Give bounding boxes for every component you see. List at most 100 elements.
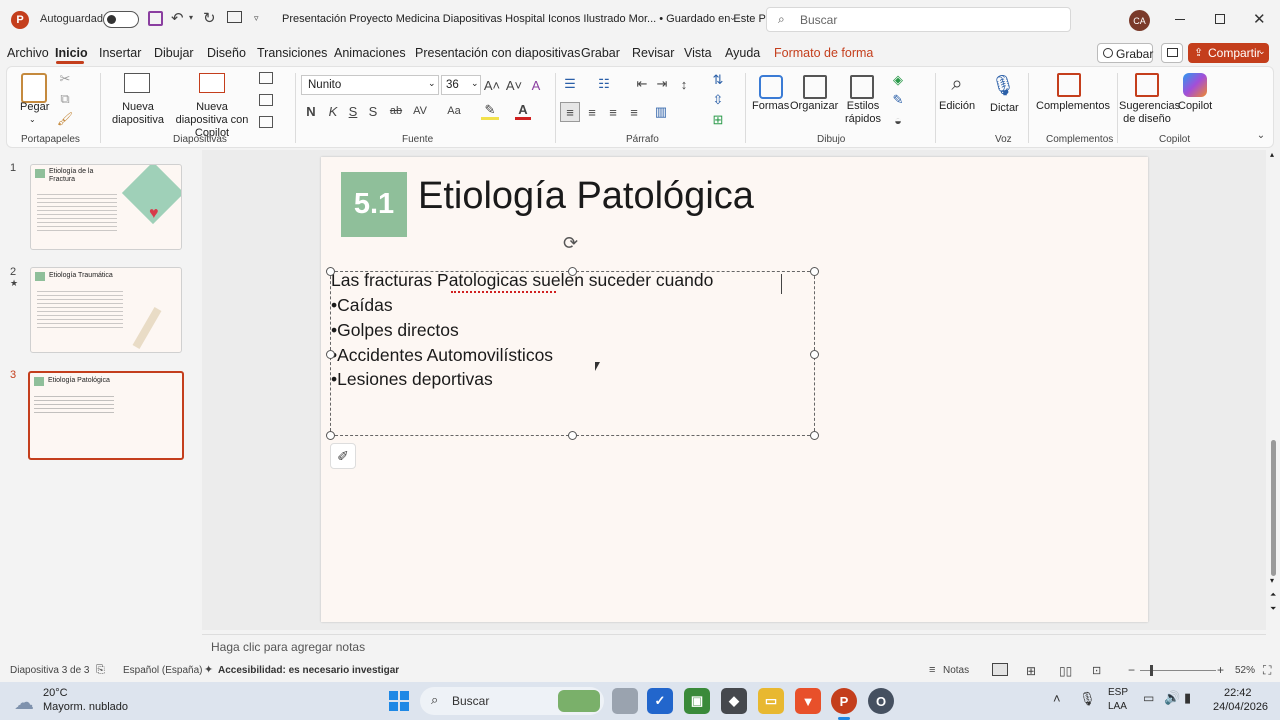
- shapes-label[interactable]: Formas: [752, 100, 789, 113]
- minecraft-app-icon[interactable]: ▣: [684, 688, 710, 714]
- vertical-scrollbar[interactable]: ▴ ▾ ⏶ ⏷: [1270, 150, 1278, 630]
- menu-vista[interactable]: Vista: [684, 46, 712, 60]
- volume-icon[interactable]: 🔊: [1164, 690, 1180, 706]
- font-size-select[interactable]: 36 ⌄: [441, 75, 481, 95]
- shadow-button[interactable]: S: [365, 102, 381, 120]
- unity-app-icon[interactable]: ◆: [721, 688, 747, 714]
- justify-icon[interactable]: ≡: [624, 102, 644, 122]
- language-status[interactable]: Español (España): [123, 665, 203, 676]
- slideshow-icon[interactable]: ⊡: [1092, 664, 1101, 677]
- notes-toggle[interactable]: Notas: [943, 665, 969, 676]
- slide-thumbnail-2[interactable]: Etiología Traumática: [30, 267, 182, 353]
- battery-icon[interactable]: ▮: [1184, 690, 1191, 706]
- slide-canvas[interactable]: 5.1 Etiología Patológica ⟳ Las fracturas…: [321, 157, 1148, 622]
- section-icon[interactable]: [259, 116, 273, 128]
- slide-thumbnail-1[interactable]: Etiología de la Fractura ♥: [30, 164, 182, 250]
- text-box-selection[interactable]: Las fracturas Patologicas suelen suceder…: [326, 267, 819, 440]
- menu-archivo[interactable]: Archivo: [7, 46, 49, 60]
- addins-label[interactable]: Complementos: [1036, 100, 1110, 113]
- resize-handle-bm[interactable]: [568, 431, 577, 440]
- notes-icon[interactable]: ≡: [929, 664, 935, 676]
- slide-sorter-icon[interactable]: ⊞: [1026, 664, 1036, 678]
- line-spacing-icon[interactable]: ↕: [675, 76, 693, 92]
- undo-dropdown-icon[interactable]: ▾: [189, 13, 193, 22]
- resize-handle-br[interactable]: [810, 431, 819, 440]
- display-icon[interactable]: ▭: [1143, 691, 1154, 705]
- teams-app-icon[interactable]: ✓: [647, 688, 673, 714]
- customize-qat-icon[interactable]: ▿: [254, 13, 259, 24]
- format-painter-icon[interactable]: 🖌: [57, 111, 74, 127]
- shape-fill-icon[interactable]: ◈: [890, 72, 906, 88]
- change-case-button[interactable]: Aa: [443, 102, 465, 120]
- undo-icon[interactable]: ↶: [171, 9, 184, 27]
- paste-icon[interactable]: [21, 73, 47, 103]
- grow-font-icon[interactable]: A˄: [483, 76, 501, 94]
- taskbar-search[interactable]: ⌕ Buscar: [420, 687, 604, 715]
- cut-icon[interactable]: ✂: [57, 71, 73, 87]
- font-name-select[interactable]: Nunito ⌄: [301, 75, 439, 95]
- scroll-down-icon[interactable]: ▾: [1270, 576, 1274, 585]
- cloud-icon[interactable]: ☁: [14, 690, 34, 715]
- show-hidden-icons[interactable]: ˄: [1053, 691, 1061, 706]
- addins-icon[interactable]: [1057, 73, 1081, 97]
- zoom-level[interactable]: 52%: [1235, 665, 1255, 676]
- paste-dropdown-icon[interactable]: ⌄: [29, 113, 36, 126]
- dictate-label[interactable]: Dictar: [990, 102, 1019, 115]
- menu-insertar[interactable]: Insertar: [99, 46, 141, 60]
- copy-icon[interactable]: ⧉: [57, 91, 73, 107]
- save-icon[interactable]: [148, 11, 163, 26]
- share-button[interactable]: ⇪ Compartir ⌄: [1188, 43, 1269, 63]
- menu-grabar[interactable]: Grabar: [581, 46, 620, 60]
- scroll-up-icon[interactable]: ▴: [1270, 150, 1274, 159]
- normal-view-icon[interactable]: [992, 663, 1008, 676]
- record-button[interactable]: Grabar: [1097, 43, 1153, 63]
- zoom-in-icon[interactable]: +: [1217, 663, 1224, 677]
- shape-effects-icon[interactable]: ◒: [890, 112, 906, 128]
- shrink-font-icon[interactable]: A˅: [505, 76, 523, 94]
- copilot-icon[interactable]: [1183, 73, 1207, 97]
- reading-view-icon[interactable]: ▯▯: [1059, 664, 1072, 678]
- spellcheck-icon[interactable]: ⎘: [96, 664, 105, 677]
- zoom-slider-thumb[interactable]: [1150, 665, 1153, 676]
- smartart-icon[interactable]: ⊞: [709, 112, 727, 128]
- collapse-ribbon-icon[interactable]: ⌄: [1255, 129, 1267, 141]
- highlight-icon[interactable]: ✎: [481, 102, 499, 120]
- fit-to-window-icon[interactable]: ⛶: [1263, 663, 1271, 678]
- weather-desc[interactable]: Mayorm. nublado: [43, 701, 128, 713]
- slide-thumbnail-3[interactable]: Etiología Patológica: [28, 371, 184, 460]
- text-direction-icon[interactable]: ⇅: [709, 72, 727, 88]
- reset-icon[interactable]: [259, 94, 273, 106]
- menu-inicio[interactable]: Inicio: [55, 46, 88, 60]
- resize-handle-ml[interactable]: [326, 350, 335, 359]
- copilot-label[interactable]: Copilot: [1178, 100, 1212, 113]
- bold-button[interactable]: N: [303, 102, 319, 120]
- clock-time[interactable]: 22:42: [1224, 687, 1252, 699]
- align-center-icon[interactable]: ≡: [582, 102, 602, 122]
- menu-transiciones[interactable]: Transiciones: [257, 46, 327, 60]
- strikethrough-button[interactable]: ab: [387, 102, 405, 120]
- quick-styles-label[interactable]: Estilos rápidos: [843, 100, 883, 126]
- microphone-tray-icon[interactable]: 🎙: [1079, 691, 1096, 707]
- layout-icon[interactable]: [259, 72, 273, 84]
- present-icon[interactable]: [227, 11, 242, 23]
- prev-slide-icon[interactable]: ⏶: [1270, 590, 1276, 600]
- brave-browser-icon[interactable]: ▼: [795, 688, 821, 714]
- menu-dibujar[interactable]: Dibujar: [154, 46, 194, 60]
- underline-button[interactable]: S: [345, 102, 361, 120]
- shape-outline-icon[interactable]: ✎: [890, 92, 906, 108]
- new-slide-icon[interactable]: [124, 73, 150, 93]
- align-text-icon[interactable]: ⇳: [709, 92, 727, 108]
- design-ideas-label[interactable]: Sugerencias de diseño: [1119, 100, 1180, 126]
- accessibility-status[interactable]: Accesibilidad: es necesario investigar: [218, 665, 399, 676]
- zoom-out-icon[interactable]: −: [1128, 663, 1135, 677]
- close-icon[interactable]: ✕: [1253, 10, 1266, 28]
- redo-icon[interactable]: ↻: [203, 9, 216, 27]
- resize-handle-bl[interactable]: [326, 431, 335, 440]
- menu-diseno[interactable]: Diseño: [207, 46, 246, 60]
- shapes-icon[interactable]: [759, 75, 783, 99]
- resize-handle-tl[interactable]: [326, 267, 335, 276]
- weather-temp[interactable]: 20°C: [43, 687, 68, 699]
- autosave-toggle[interactable]: [103, 11, 139, 28]
- document-title[interactable]: Presentación Proyecto Medicina Diapositi…: [282, 13, 774, 25]
- find-icon[interactable]: ⌕: [944, 71, 970, 97]
